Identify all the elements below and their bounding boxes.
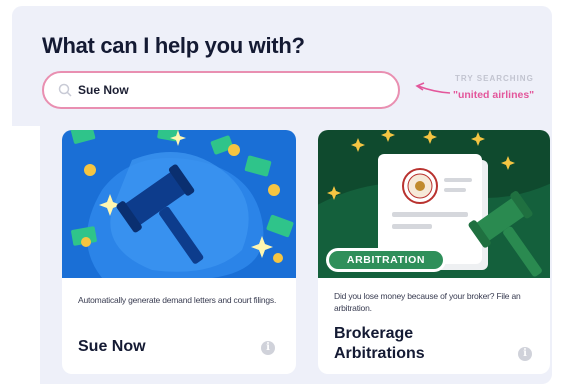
card-title: Brokerage Arbitrations [334,325,425,362]
info-icon[interactable]: i [261,341,275,355]
arbitration-badge: ARBITRATION [326,248,446,272]
info-icon[interactable]: i [518,347,532,361]
search-bar[interactable] [42,71,400,109]
hint-arrow-icon [415,82,451,94]
card-description: Automatically generate demand letters an… [78,295,277,305]
card-description: Did you lose money because of your broke… [334,291,521,313]
left-gutter [0,126,40,387]
brokerage-arbitrations-card[interactable]: ARBITRATION Did you lose money because o… [318,130,550,374]
hint-label: TRY SEARCHING [455,74,534,83]
badge-label: ARBITRATION [329,251,443,269]
search-input[interactable] [78,80,378,100]
page-title: What can I help you with? [42,33,305,58]
search-icon [58,83,72,97]
gavel-illustration [62,130,296,278]
card-title: Sue Now [78,338,146,355]
sue-now-card[interactable]: Automatically generate demand letters an… [62,130,296,374]
hint-example[interactable]: "united airlines" [453,89,534,101]
